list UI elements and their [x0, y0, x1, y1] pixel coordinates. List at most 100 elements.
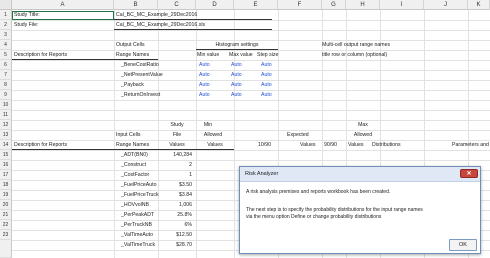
column-header-k[interactable]: K — [468, 0, 490, 10]
output-min[interactable]: Auto — [199, 80, 210, 90]
output-max[interactable]: Auto — [231, 70, 242, 80]
input-range-name[interactable]: _CostFactor — [121, 170, 149, 180]
output-range-name[interactable]: _NetPresentValue — [121, 70, 163, 80]
expected-header: Expected — [287, 132, 309, 138]
min-header: Min — [203, 122, 213, 128]
output-max[interactable]: Auto — [231, 80, 242, 90]
row-header[interactable]: 16 — [0, 160, 12, 170]
input-range-name[interactable]: _HOVvolNB — [121, 200, 149, 210]
row-header[interactable]: 18 — [0, 180, 12, 190]
input-file-value[interactable]: 1 — [158, 170, 192, 180]
ok-button[interactable]: OK — [449, 239, 477, 251]
close-icon[interactable]: ✕ — [460, 169, 478, 178]
file-header: File — [172, 132, 182, 138]
input-range-name[interactable]: _FuelPriceTruck — [121, 190, 159, 200]
dialog-message-line: The next step is to specify the probabil… — [246, 207, 423, 213]
output-max[interactable]: Auto — [231, 60, 242, 70]
row-header[interactable]: 15 — [0, 150, 12, 160]
title-row-note: title row or column (optional) — [322, 52, 388, 58]
row-header[interactable]: 14 — [0, 140, 12, 150]
input-file-value[interactable]: 25.8% — [158, 210, 192, 220]
values-header: Values — [348, 142, 364, 148]
column-header-b[interactable]: B — [114, 0, 158, 10]
output-cells-header: Output Cells — [116, 42, 145, 48]
output-step[interactable]: Auto — [261, 60, 272, 70]
input-range-name[interactable]: _FuelPriceAuto — [121, 180, 156, 190]
output-max[interactable]: Auto — [231, 90, 242, 100]
column-header-a[interactable]: A — [12, 0, 114, 10]
row-header[interactable]: 17 — [0, 170, 12, 180]
row-header[interactable]: 1 — [0, 10, 12, 20]
input-file-value[interactable]: $3.50 — [158, 180, 192, 190]
row-header[interactable] — [0, 240, 12, 258]
input-file-value[interactable]: $28.70 — [158, 240, 192, 250]
row-header[interactable]: 13 — [0, 130, 12, 140]
input-file-value[interactable]: 1,006 — [158, 200, 192, 210]
input-file-value[interactable]: $3.84 — [158, 190, 192, 200]
input-file-value[interactable]: 6% — [158, 220, 193, 230]
allowed-header: Allowed — [353, 132, 373, 138]
input-range-name[interactable]: _ValTimeTruck — [121, 240, 155, 250]
output-min[interactable]: Auto — [199, 90, 210, 100]
study-file-label: Study File: — [14, 22, 39, 28]
input-file-value[interactable]: 140,284 — [158, 150, 192, 160]
column-header-g[interactable]: G — [322, 0, 346, 10]
min-value-header: Min value — [197, 52, 220, 58]
output-min[interactable]: Auto — [199, 60, 210, 70]
study-header: Study — [170, 122, 184, 128]
row-header[interactable]: 7 — [0, 70, 12, 80]
dialog-title: Risk Analyzer — [245, 171, 279, 177]
max-header: Max — [358, 122, 368, 128]
row-header[interactable]: 10 — [0, 100, 12, 110]
study-title-label: Study Title: — [14, 12, 40, 18]
column-header-f[interactable]: F — [278, 0, 322, 10]
column-header-h[interactable]: H — [346, 0, 380, 10]
dialog-message-line: via the menu option Define or change pro… — [246, 214, 382, 220]
input-range-name[interactable]: _ValTimeAuto — [121, 230, 153, 240]
multicell-output-header: Multi-cell output range names — [322, 42, 391, 48]
output-range-name[interactable]: _ReturnOnInvest — [121, 90, 160, 100]
output-range-name[interactable]: _BeneCostRatio — [121, 60, 159, 70]
p10-90-header: 10/90 — [258, 142, 271, 148]
input-file-value[interactable]: 2 — [158, 160, 192, 170]
row-header[interactable]: 3 — [0, 30, 12, 40]
values-header: Values — [300, 142, 316, 148]
row-header[interactable]: 22 — [0, 220, 12, 230]
row-header[interactable]: 4 — [0, 40, 12, 50]
distributions-header: Distributions — [372, 142, 401, 148]
parameters-header: Parameters and — [452, 142, 489, 148]
column-header-d[interactable]: D — [196, 0, 234, 10]
input-range-name[interactable]: _PerPeakADT — [121, 210, 154, 220]
row-header[interactable]: 19 — [0, 190, 12, 200]
output-range-name[interactable]: _Payback — [121, 80, 144, 90]
column-header-c[interactable]: C — [158, 0, 196, 10]
column-header-j[interactable]: J — [424, 0, 468, 10]
dialog-message-line: A risk analysis premises and reports wor… — [246, 189, 391, 195]
input-file-value[interactable]: $12.50 — [158, 230, 192, 240]
allowed-header: Allowed — [203, 132, 223, 138]
row-header[interactable]: 11 — [0, 110, 12, 120]
row-header[interactable]: 2 — [0, 20, 12, 30]
input-range-name[interactable]: _PerTruckNB — [121, 220, 152, 230]
input-range-name[interactable]: _Construct — [121, 160, 146, 170]
output-step[interactable]: Auto — [261, 80, 272, 90]
dialog-title-bar[interactable]: Risk Analyzer ✕ — [240, 167, 480, 182]
spreadsheet-grid[interactable]: A B C D E F G H I J K 1 2 3 4 5 6 7 8 9 … — [0, 0, 490, 258]
output-step[interactable]: Auto — [261, 90, 272, 100]
row-header[interactable]: 12 — [0, 120, 12, 130]
column-header-i[interactable]: I — [380, 0, 424, 10]
row-header[interactable]: 20 — [0, 200, 12, 210]
column-header-e[interactable]: E — [234, 0, 278, 10]
output-min[interactable]: Auto — [199, 70, 210, 80]
input-range-name[interactable]: _ADT(BN0) — [121, 150, 148, 160]
row-header[interactable]: 21 — [0, 210, 12, 220]
row-header[interactable]: 9 — [0, 90, 12, 100]
row-header[interactable]: 23 — [0, 230, 12, 240]
output-step[interactable]: Auto — [261, 70, 272, 80]
p90-90-header: 90/90 — [324, 142, 337, 148]
row-header[interactable]: 6 — [0, 60, 12, 70]
row-header[interactable]: 8 — [0, 80, 12, 90]
step-size-header: Step size — [257, 52, 279, 58]
row-header[interactable]: 5 — [0, 50, 12, 60]
select-all-corner[interactable] — [0, 0, 12, 10]
